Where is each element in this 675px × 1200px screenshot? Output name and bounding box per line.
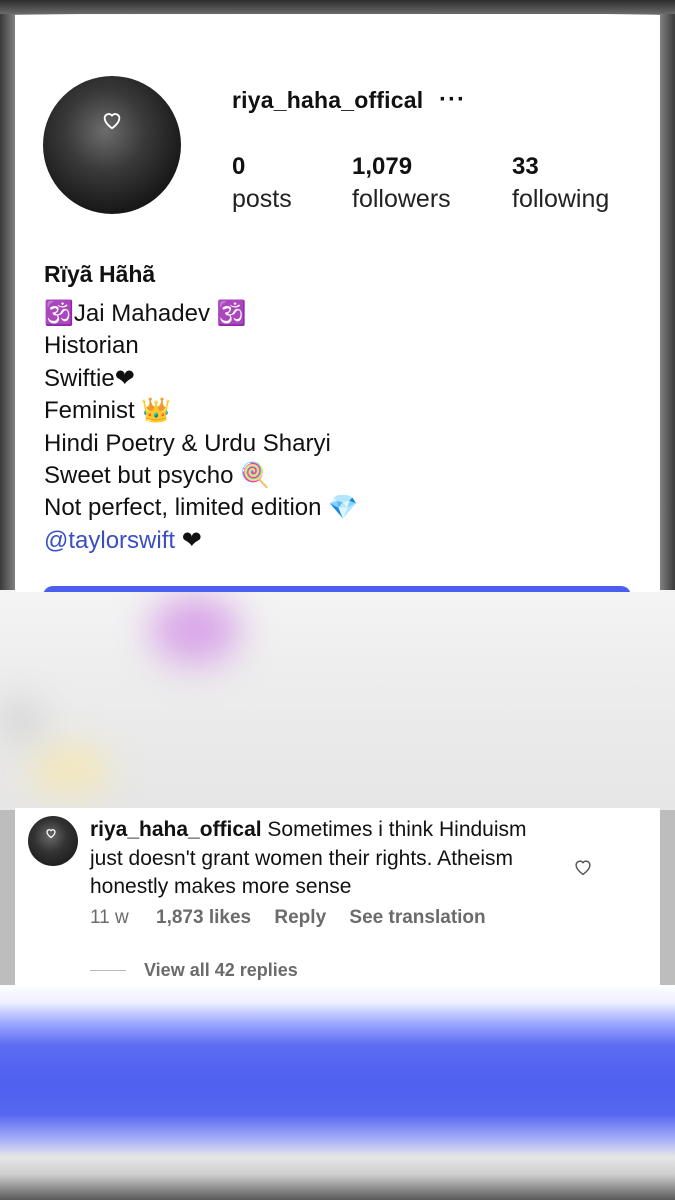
mention-link[interactable]: @taylorswift xyxy=(44,527,175,554)
comment-time: 11 w xyxy=(90,907,129,928)
more-options-icon[interactable]: ··· xyxy=(439,86,466,114)
comment-text: riya_haha_offical Sometimes i think Hind… xyxy=(90,816,560,902)
heart-outline-icon[interactable] xyxy=(572,856,594,878)
see-translation-button[interactable]: See translation xyxy=(349,907,485,929)
follow-button[interactable] xyxy=(43,586,631,592)
stat-posts-value: 0 xyxy=(232,153,246,180)
stat-posts[interactable]: 0 posts xyxy=(232,153,292,217)
bio-line: Sweet but psycho 🍭 xyxy=(44,462,270,490)
stat-followers-value: 1,079 xyxy=(352,153,413,180)
comment-card: riya_haha_offical Sometimes i think Hind… xyxy=(15,808,660,985)
profile-avatar[interactable] xyxy=(43,76,181,214)
comment-meta: 11 w 1,873 likes Reply See translation xyxy=(90,907,486,929)
bio-line: Hindi Poetry & Urdu Sharyi xyxy=(44,429,331,457)
bio: 🕉️Jai Mahadev 🕉️ Historian Swiftie❤ Femi… xyxy=(44,298,358,557)
stat-following-value: 33 xyxy=(512,153,539,180)
background-blob-yellow xyxy=(30,745,110,795)
comment-username[interactable]: riya_haha_offical xyxy=(90,818,262,841)
mention-suffix: ❤ xyxy=(175,526,202,554)
bio-line: Feminist 👑 xyxy=(44,397,172,425)
bio-line: Historian xyxy=(44,332,139,360)
view-replies-button[interactable]: View all 42 replies xyxy=(144,960,298,981)
stat-following[interactable]: 33 following xyxy=(512,153,609,217)
bio-mention-line: @taylorswift ❤ xyxy=(44,525,358,557)
replies-divider xyxy=(90,970,126,971)
comment-avatar[interactable] xyxy=(28,816,78,866)
heart-icon xyxy=(103,113,121,130)
background-blob-pink xyxy=(150,595,240,665)
bio-line: 🕉️Jai Mahadev 🕉️ xyxy=(44,300,247,327)
stat-followers[interactable]: 1,079 followers xyxy=(352,153,451,217)
stat-following-label: following xyxy=(512,185,610,213)
profile-card: riya_haha_offical ··· 0 posts 1,079 foll… xyxy=(15,15,660,592)
stat-posts-label: posts xyxy=(232,185,292,213)
stat-followers-label: followers xyxy=(352,185,451,213)
bio-line: Not perfect, limited edition 💎 xyxy=(44,494,359,522)
background-top-strip xyxy=(0,0,675,14)
display-name: Rïyã Hãhã xyxy=(44,261,156,287)
reply-button[interactable]: Reply xyxy=(274,907,326,929)
comment-likes[interactable]: 1,873 likes xyxy=(156,907,251,929)
heart-icon xyxy=(46,829,56,839)
profile-username: riya_haha_offical xyxy=(232,87,424,113)
background-bottom xyxy=(0,985,675,1200)
background-blob-gray xyxy=(0,700,40,740)
bio-line: Swiftie❤ xyxy=(44,364,135,392)
